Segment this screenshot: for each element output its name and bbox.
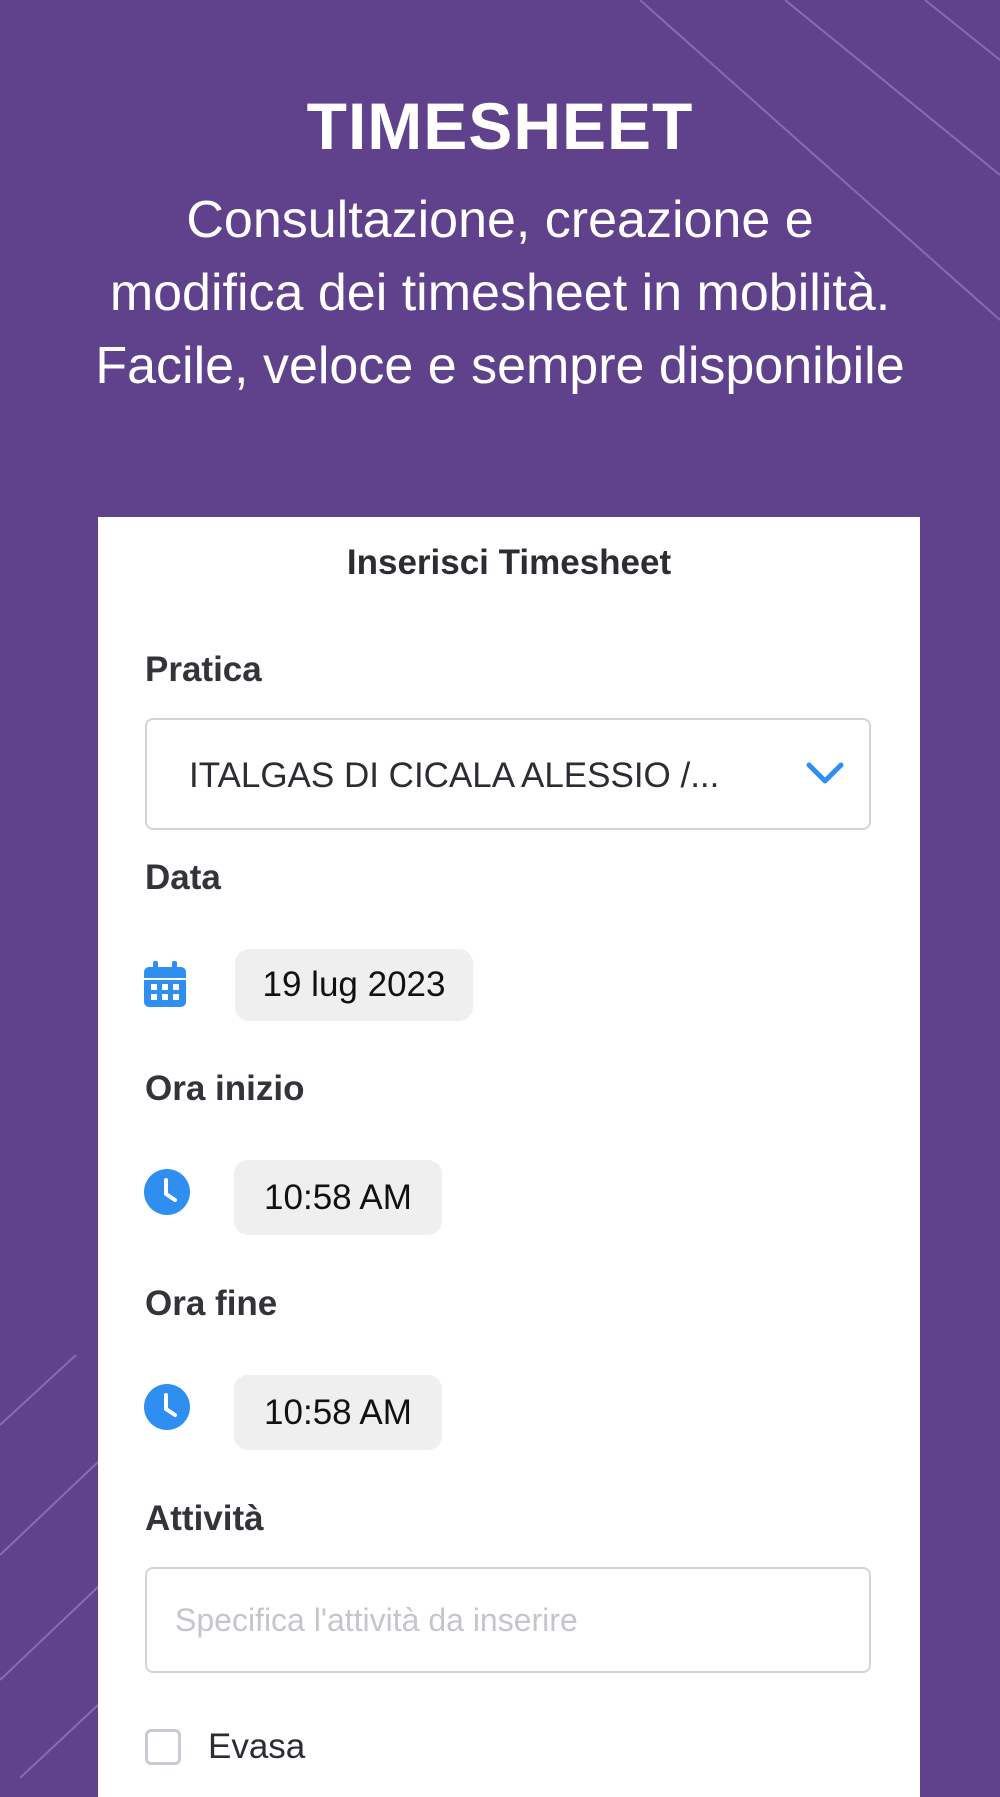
hero-subtitle-line: modifica dei timesheet in mobilità. xyxy=(109,264,891,322)
attivita-input[interactable] xyxy=(145,1567,871,1673)
chevron-down-icon xyxy=(806,762,844,784)
ora-fine-label: Ora fine xyxy=(145,1284,278,1323)
evasa-label: Evasa xyxy=(208,1727,306,1766)
calendar-icon xyxy=(144,961,186,1007)
date-picker-button[interactable]: 19 lug 2023 xyxy=(235,949,473,1021)
hero-title: TIMESHEET xyxy=(306,89,694,163)
evasa-checkbox[interactable] xyxy=(145,1729,181,1765)
form-title: Inserisci Timesheet xyxy=(346,543,672,582)
attivita-label: Attività xyxy=(145,1499,264,1538)
pratica-select[interactable]: ITALGAS DI CICALA ALESSIO /... xyxy=(145,718,871,830)
pratica-selected-value: ITALGAS DI CICALA ALESSIO /... xyxy=(189,756,720,795)
timesheet-form-card: Inserisci Timesheet Pratica ITALGAS DI C… xyxy=(98,517,920,1797)
end-time-picker-button[interactable]: 10:58 AM xyxy=(234,1375,442,1450)
pratica-label: Pratica xyxy=(145,650,262,689)
ora-inizio-label: Ora inizio xyxy=(145,1069,305,1108)
clock-icon xyxy=(144,1384,190,1430)
hero-subtitle-line: Consultazione, creazione e xyxy=(186,191,814,249)
hero-subtitle-line: Facile, veloce e sempre disponibile xyxy=(95,337,905,395)
hero-subtitle: Consultazione, creazione e modifica dei … xyxy=(0,184,1000,403)
start-time-picker-button[interactable]: 10:58 AM xyxy=(234,1160,442,1235)
clock-icon xyxy=(144,1169,190,1215)
data-label: Data xyxy=(145,858,221,897)
